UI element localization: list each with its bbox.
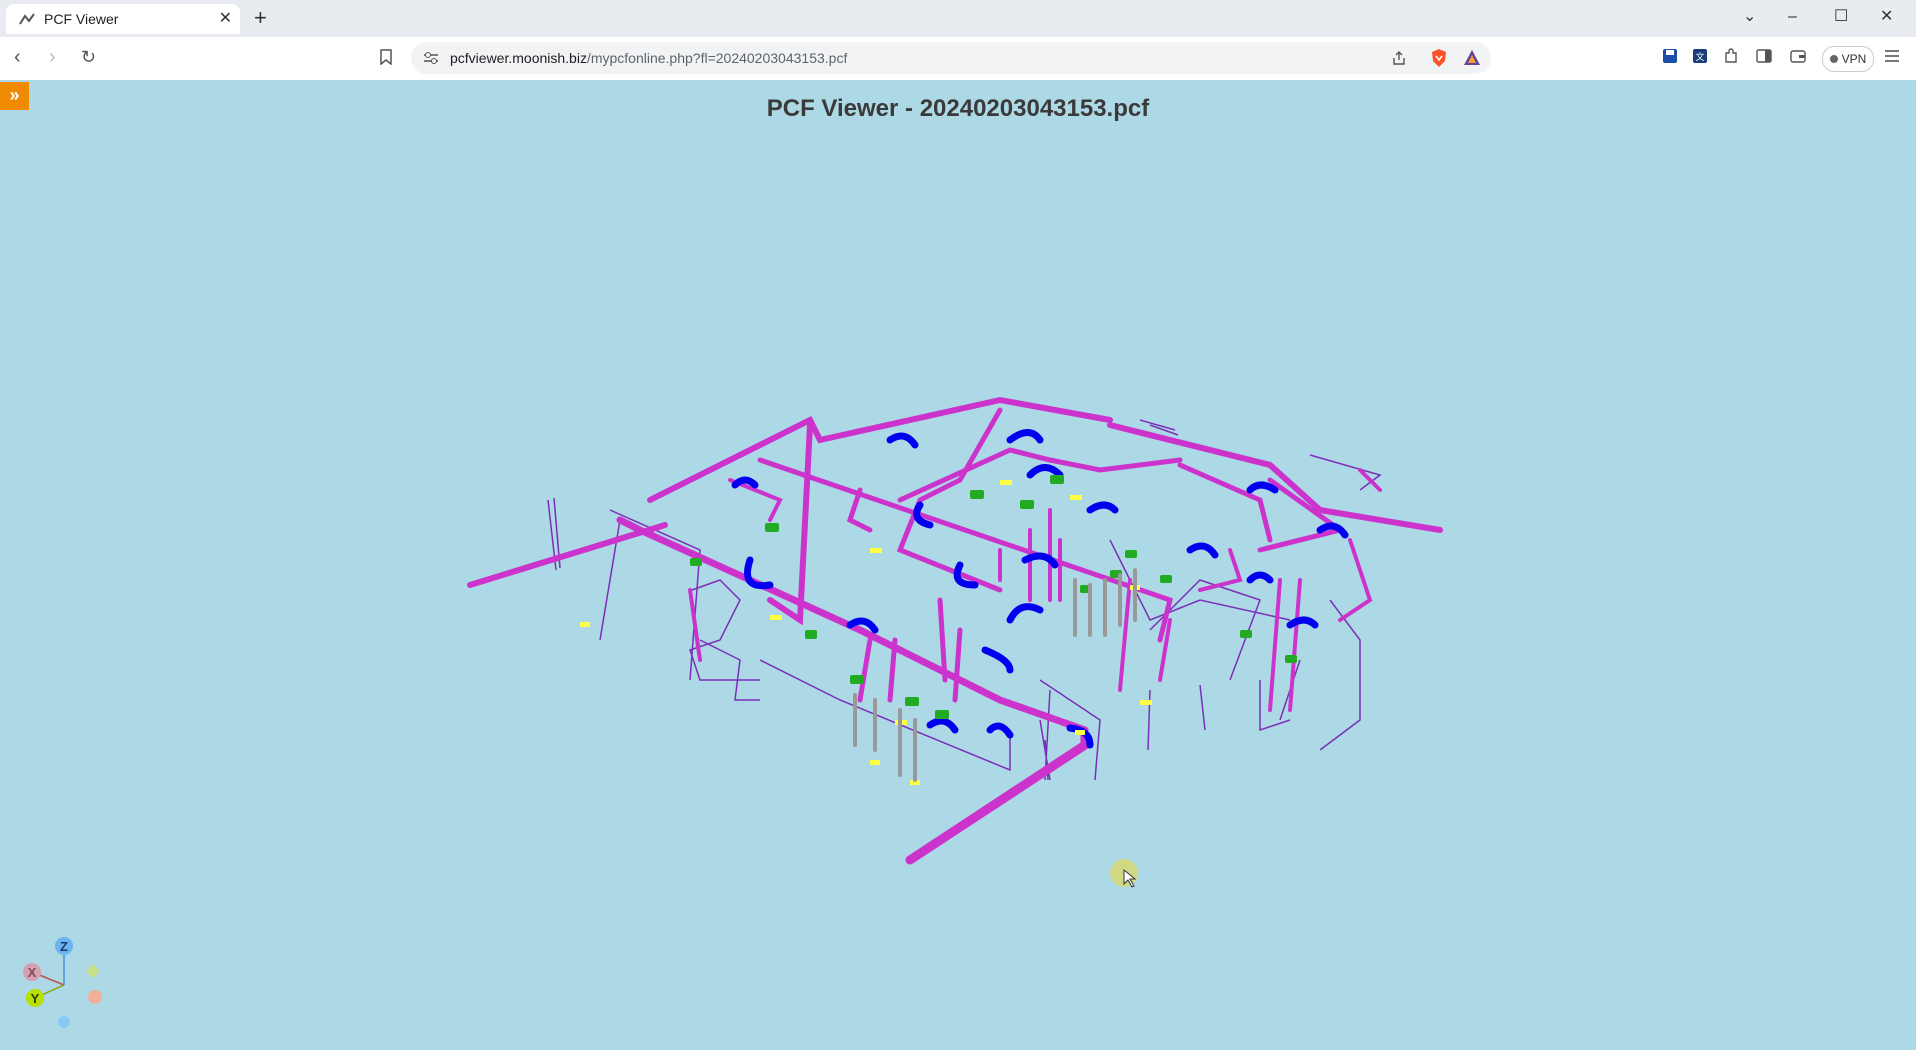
tab-title: PCF Viewer — [44, 11, 119, 27]
minimize-button[interactable]: – — [1788, 7, 1797, 27]
axis-x-label: X — [28, 965, 37, 980]
back-button[interactable]: ‹ — [14, 45, 21, 69]
address-bar[interactable]: pcfviewer.moonish.biz/mypcfonline.php?fl… — [411, 42, 1491, 74]
piping-model[interactable]: Z X Y — [0, 80, 1916, 1050]
axis-z-label: Z — [60, 939, 68, 954]
supports — [853, 568, 1137, 782]
close-window-button[interactable]: ✕ — [1880, 7, 1893, 27]
tab-close-icon[interactable]: ✕ — [219, 9, 232, 29]
elbows — [731, 429, 1349, 749]
url-domain: pcfviewer.moonish.biz — [450, 50, 587, 66]
axis-y-label: Y — [31, 991, 40, 1006]
vpn-status-icon — [1829, 55, 1838, 63]
site-settings-icon[interactable] — [423, 51, 439, 65]
axis-neg-y-handle[interactable] — [85, 963, 101, 979]
tab-search-chevron-icon[interactable]: ⌄ — [1743, 7, 1756, 27]
translate-extension-icon[interactable]: 文 — [1692, 48, 1708, 64]
bookmark-icon[interactable] — [380, 49, 392, 65]
browser-toolbar: ‹ › ↻ pcfviewer.moonish.biz/mypcfonline.… — [0, 37, 1916, 81]
share-icon[interactable] — [1391, 50, 1407, 66]
axis-neg-x-handle[interactable] — [88, 990, 102, 1004]
pcf-favicon-icon — [19, 13, 35, 25]
axis-neg-z-handle[interactable] — [58, 1016, 70, 1028]
pcf-3d-viewport[interactable]: Z X Y » PCF Viewer - 20240203043153.pcf — [0, 80, 1916, 1050]
maximize-button[interactable]: ☐ — [1834, 7, 1848, 27]
vpn-label: VPN — [1841, 52, 1867, 66]
menu-hamburger-icon[interactable] — [1884, 49, 1900, 63]
tab-bar: PCF Viewer ✕ + ⌄ – ☐ ✕ — [0, 0, 1916, 37]
brave-rewards-icon[interactable] — [1463, 49, 1481, 67]
wallet-icon[interactable] — [1790, 48, 1806, 64]
url-text: pcfviewer.moonish.biz/mypcfonline.php?fl… — [450, 50, 847, 66]
pipe-runs — [467, 396, 1443, 865]
svg-text:文: 文 — [1695, 51, 1704, 62]
axis-gizmo[interactable]: Z X Y — [23, 937, 102, 1028]
sidebar-panel-icon[interactable] — [1756, 48, 1772, 64]
brave-shields-icon[interactable] — [1430, 48, 1448, 68]
forward-button[interactable]: › — [49, 45, 56, 69]
reload-button[interactable]: ↻ — [81, 45, 96, 69]
vpn-button[interactable]: VPN — [1822, 46, 1874, 72]
new-tab-button[interactable]: + — [254, 6, 267, 30]
extensions-puzzle-icon[interactable] — [1723, 48, 1739, 64]
save-extension-icon[interactable] — [1662, 48, 1678, 64]
url-path: /mypcfonline.php?fl=20240203043153.pcf — [586, 50, 848, 66]
browser-tab[interactable]: PCF Viewer ✕ — [6, 4, 240, 34]
page-title: PCF Viewer - 20240203043153.pcf — [766, 95, 1150, 122]
